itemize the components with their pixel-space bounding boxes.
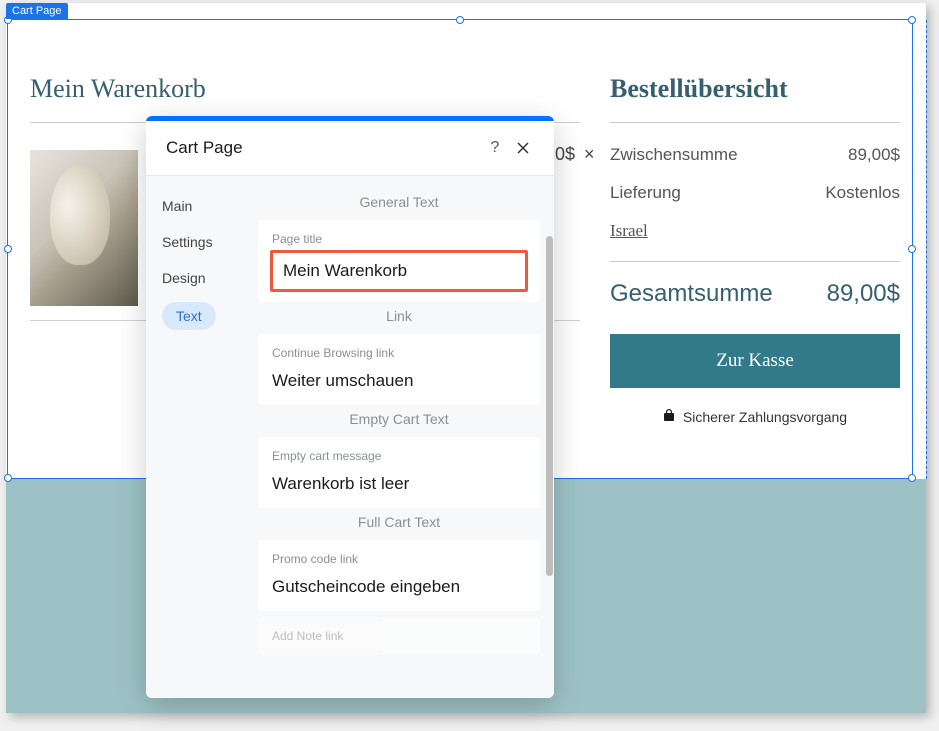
total-row: Gesamtsumme 89,00$ [610, 280, 900, 308]
field-promo-code[interactable]: Promo code link Gutscheincode eingeben [258, 540, 540, 611]
subtotal-label: Zwischensumme [610, 145, 738, 165]
tab-text[interactable]: Text [162, 302, 216, 330]
tab-design[interactable]: Design [162, 260, 246, 296]
product-image[interactable] [30, 150, 138, 306]
dashed-guide [926, 20, 927, 479]
tab-main[interactable]: Main [162, 188, 246, 224]
panel-body: Main Settings Design Text General Text P… [146, 176, 554, 698]
scrollbar-thumb[interactable] [546, 236, 553, 576]
panel-sidebar: Main Settings Design Text [146, 176, 246, 698]
divider [610, 122, 900, 123]
highlighted-field: Mein Warenkorb [270, 250, 528, 292]
field-label: Promo code link [272, 552, 526, 566]
total-value: 89,00$ [827, 280, 900, 308]
field-label: Empty cart message [272, 449, 526, 463]
section-heading-link: Link [258, 308, 540, 324]
help-button[interactable]: ? [484, 137, 506, 159]
order-summary: Bestellübersicht Zwischensumme 89,00$ Li… [610, 74, 900, 425]
field-page-title[interactable]: Page title Mein Warenkorb [258, 220, 540, 302]
secure-payment-note: Sicherer Zahlungsvorgang [610, 408, 900, 425]
close-button[interactable] [512, 137, 534, 159]
field-label: Page title [272, 232, 526, 246]
shipping-row: Lieferung Kostenlos [610, 183, 900, 203]
field-continue-browsing[interactable]: Continue Browsing link Weiter umschauen [258, 334, 540, 405]
summary-title: Bestellübersicht [610, 74, 900, 104]
subtotal-row: Zwischensumme 89,00$ [610, 145, 900, 165]
section-heading-general: General Text [258, 194, 540, 210]
field-empty-cart[interactable]: Empty cart message Warenkorb ist leer [258, 437, 540, 508]
total-label: Gesamtsumme [610, 280, 773, 308]
shipping-label: Lieferung [610, 183, 681, 203]
field-value[interactable]: Weiter umschauen [272, 366, 526, 399]
field-value[interactable]: Mein Warenkorb [283, 261, 515, 281]
tab-settings[interactable]: Settings [162, 224, 246, 260]
secure-text: Sicherer Zahlungsvorgang [683, 409, 847, 425]
field-label: Add Note link [272, 629, 526, 643]
panel-header: Cart Page ? [146, 121, 554, 176]
settings-panel: Cart Page ? Main Settings Design Text Ge… [146, 116, 554, 698]
field-value[interactable]: Gutscheincode eingeben [272, 572, 526, 605]
selection-label: Cart Page [6, 3, 68, 19]
field-value[interactable]: Warenkorb ist leer [272, 469, 526, 502]
panel-title: Cart Page [166, 138, 478, 158]
panel-content[interactable]: General Text Page title Mein Warenkorb L… [246, 176, 554, 698]
section-heading-full: Full Cart Text [258, 514, 540, 530]
cart-title: Mein Warenkorb [30, 74, 580, 104]
line-item-price-fragment: 0$ × [555, 144, 595, 165]
checkout-button[interactable]: Zur Kasse [610, 334, 900, 388]
section-heading-empty: Empty Cart Text [258, 411, 540, 427]
shipping-value: Kostenlos [825, 183, 900, 203]
subtotal-value: 89,00$ [848, 145, 900, 165]
remove-item-icon[interactable]: × [584, 144, 595, 164]
lock-icon [663, 408, 675, 425]
shipping-location-link[interactable]: Israel [610, 221, 900, 241]
field-add-note[interactable]: Add Note link [258, 617, 540, 655]
field-label: Continue Browsing link [272, 346, 526, 360]
divider [610, 261, 900, 262]
